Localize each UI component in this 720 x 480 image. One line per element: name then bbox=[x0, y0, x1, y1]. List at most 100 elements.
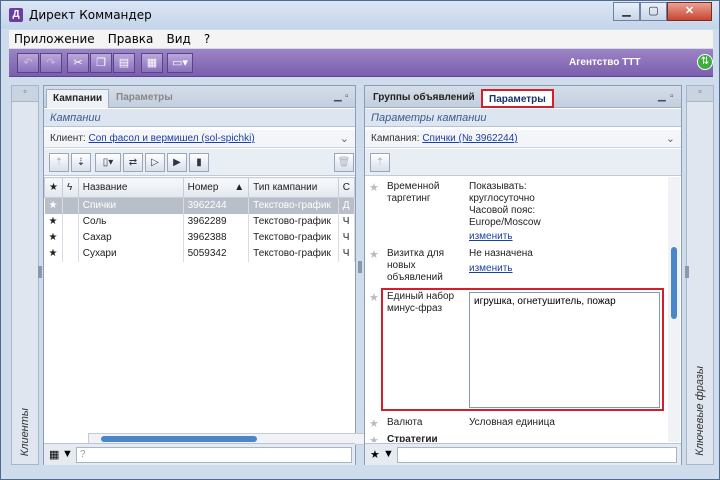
move-in-icon[interactable]: ⇄ bbox=[123, 153, 143, 172]
vcard-edit-link[interactable]: изменить bbox=[469, 263, 533, 275]
scroll-thumb[interactable] bbox=[671, 247, 677, 319]
cell-number: 3962388 bbox=[183, 229, 250, 246]
favorite-star-icon[interactable]: ★ bbox=[44, 245, 63, 262]
paste-icon[interactable]: ▤ bbox=[113, 53, 135, 73]
sync-status-icon[interactable]: ⇅ bbox=[697, 54, 713, 70]
flag-cell bbox=[62, 197, 79, 214]
panel-minimize-icon[interactable]: ▁ bbox=[658, 91, 666, 102]
scroll-thumb[interactable] bbox=[101, 436, 257, 442]
campaign-label: Кампания: bbox=[371, 133, 420, 144]
table-row[interactable]: ★ Сахар 3962388 Текстово-график Ч bbox=[44, 229, 356, 246]
minimize-button[interactable]: ▁ bbox=[613, 2, 640, 21]
panel-maximize-icon[interactable]: ▫ bbox=[345, 91, 349, 102]
params-panel: Группы объявлений Параметры ▁ ▫ Параметр… bbox=[364, 85, 682, 465]
campaigns-panel: Кампании Параметры ▁ ▫ Кампании Клиент: … bbox=[43, 85, 395, 465]
panel-maximize-icon[interactable]: ▫ bbox=[670, 91, 674, 102]
layout-icon[interactable]: ▭▾ bbox=[167, 53, 193, 73]
tab-ad-groups[interactable]: Группы объявлений bbox=[367, 89, 481, 108]
params-list: ★ Временной таргетинг Показывать: кругло… bbox=[365, 177, 667, 442]
vertical-scrollbar[interactable] bbox=[668, 177, 680, 442]
favorite-star-icon[interactable]: ★ bbox=[44, 197, 63, 214]
resume-icon[interactable]: ▶ bbox=[167, 153, 187, 172]
col-s[interactable]: С bbox=[337, 177, 356, 198]
download-icon[interactable]: ⇣ bbox=[71, 153, 91, 172]
copy-icon[interactable]: ❐ bbox=[90, 53, 112, 73]
panel-minimize-icon[interactable]: ▁ bbox=[334, 91, 342, 102]
campaigns-search-input[interactable]: ? bbox=[76, 447, 352, 463]
cell-s: Д bbox=[338, 197, 356, 214]
campaign-link[interactable]: Спички (№ 3962244) bbox=[422, 133, 517, 144]
campaigns-bottom-bar: ▦ ▼ ? bbox=[44, 443, 355, 465]
columns-icon[interactable]: ▦ bbox=[49, 448, 59, 461]
keywords-sidebar-label: Ключевые фразы bbox=[694, 366, 706, 456]
table-row[interactable]: ★ Сухари 5059342 Текстово-график Ч bbox=[44, 245, 356, 262]
filter-icon[interactable]: ▼ bbox=[62, 448, 73, 460]
tab-params-right[interactable]: Параметры bbox=[481, 89, 554, 108]
upload-icon[interactable]: ⇡ bbox=[370, 153, 390, 172]
menu-item-help[interactable]: ? bbox=[199, 30, 215, 46]
currency-value: Условная единица bbox=[469, 417, 555, 428]
col-name[interactable]: Название bbox=[77, 177, 184, 198]
menu-item-app[interactable]: Приложение bbox=[9, 30, 100, 46]
star-column-icon[interactable]: ★ bbox=[44, 177, 63, 198]
statistics-icon[interactable]: ▮ bbox=[189, 153, 209, 172]
main-window: Д Директ Коммандер ▁ ▢ ✕ Приложение Прав… bbox=[0, 0, 720, 480]
params-search-input[interactable] bbox=[397, 447, 677, 463]
delete-icon[interactable]: 🗑 bbox=[334, 153, 354, 172]
cell-number: 3962244 bbox=[183, 197, 250, 214]
targeting-line: Europe/Moscow bbox=[469, 217, 541, 228]
sidebar-pin-icon[interactable]: ▫ bbox=[12, 86, 38, 102]
collapse-chevron-icon[interactable]: ⌄ bbox=[666, 132, 675, 145]
clients-sidebar[interactable]: ▫ Клиенты bbox=[11, 85, 42, 465]
close-button[interactable]: ✕ bbox=[667, 2, 712, 21]
tab-params-left[interactable]: Параметры bbox=[110, 89, 179, 108]
panels-splitter[interactable] bbox=[358, 261, 362, 273]
targeting-line: круглосуточно bbox=[469, 193, 535, 204]
window-title: Директ Коммандер bbox=[29, 8, 152, 22]
table-row[interactable]: ★ Соль 3962289 Текстово-график Ч bbox=[44, 213, 356, 230]
cell-name: Соль bbox=[78, 213, 184, 230]
flash-column-icon[interactable]: ϟ bbox=[61, 177, 79, 198]
grid-icon[interactable]: ▦ bbox=[141, 53, 163, 73]
play-into-icon[interactable]: ▷ bbox=[145, 153, 165, 172]
tab-campaigns[interactable]: Кампании bbox=[46, 89, 110, 108]
favorite-star-icon[interactable]: ★ bbox=[44, 213, 63, 230]
flag-cell bbox=[62, 213, 79, 230]
minus-phrases-input[interactable]: игрушка, огнетушитель, пожар bbox=[469, 292, 660, 408]
cell-s: Ч bbox=[338, 229, 356, 246]
menu-item-view[interactable]: Вид bbox=[161, 30, 195, 46]
strategies-label: Стратегии bbox=[387, 434, 438, 442]
cell-s: Ч bbox=[338, 245, 356, 262]
params-bottom-bar: ★ ▼ bbox=[365, 443, 681, 465]
favorite-star-icon[interactable]: ★ bbox=[44, 229, 63, 246]
menu-bar: Приложение Правка Вид ? bbox=[9, 30, 713, 48]
cell-type: Текстово-график bbox=[248, 229, 339, 246]
filter-icon[interactable]: ▼ bbox=[383, 448, 394, 460]
client-link[interactable]: Соп фасол и вермишел (sol-spichki) bbox=[88, 133, 254, 144]
star-icon: ★ bbox=[369, 292, 379, 304]
col-number-label: Номер bbox=[187, 182, 219, 193]
collapse-chevron-icon[interactable]: ⌄ bbox=[340, 132, 349, 145]
table-row[interactable]: ★ Спички 3962244 Текстово-график Д bbox=[44, 197, 356, 214]
targeting-line: Часовой пояс: bbox=[469, 205, 536, 216]
undo-icon[interactable]: ↶ bbox=[17, 53, 39, 73]
cell-name: Сухари bbox=[78, 245, 184, 262]
menu-item-edit[interactable]: Правка bbox=[103, 30, 159, 46]
sidebar-grip[interactable] bbox=[38, 266, 42, 278]
params-tabs: Группы объявлений Параметры ▁ ▫ bbox=[365, 86, 681, 108]
keywords-sidebar[interactable]: ▫ Ключевые фразы bbox=[685, 85, 714, 465]
targeting-edit-link[interactable]: изменить bbox=[469, 231, 541, 243]
cut-icon[interactable]: ✂ bbox=[67, 53, 89, 73]
redo-icon[interactable]: ↷ bbox=[40, 53, 62, 73]
sidebar-pin-icon[interactable]: ▫ bbox=[687, 86, 713, 102]
new-document-icon[interactable]: ▯▾ bbox=[95, 153, 121, 172]
favorites-star-icon[interactable]: ★ bbox=[370, 448, 380, 461]
col-type[interactable]: Тип кампании bbox=[248, 177, 339, 198]
maximize-button[interactable]: ▢ bbox=[640, 2, 667, 21]
campaigns-tools: ⇡ ⇣ ▯▾ ⇄ ▷ ▶ ▮ 🗑 bbox=[44, 149, 355, 176]
col-number[interactable]: Номер ▲ bbox=[182, 177, 250, 198]
help-icon: ? bbox=[80, 449, 86, 460]
sidebar-grip[interactable] bbox=[685, 266, 689, 278]
upload-icon[interactable]: ⇡ bbox=[49, 153, 69, 172]
cell-type: Текстово-график bbox=[248, 197, 339, 214]
